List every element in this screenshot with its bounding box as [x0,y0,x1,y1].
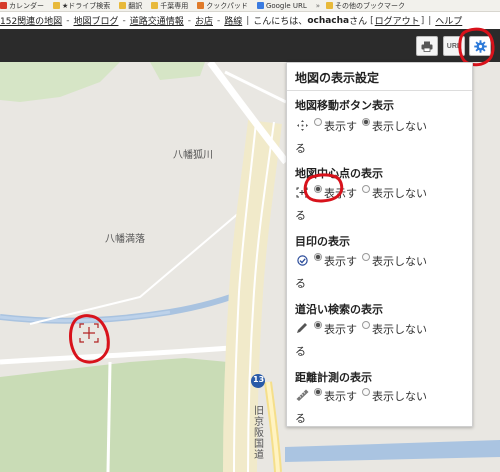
calendar-icon [0,2,7,9]
ruler-icon [295,387,309,408]
bookmark-overflow-chevron-icon[interactable]: » [316,2,320,10]
bookmark-item[interactable]: 翻訳 [119,1,142,11]
help-link[interactable]: ヘルプ [435,14,462,27]
folder-icon [151,2,159,9]
bookmark-label: クックパッド [206,1,248,10]
route-number-badge: 13 [253,375,265,384]
bracket-open: [ [370,15,374,26]
radio-roadside-search-hide[interactable] [362,321,370,329]
option-row-markers: 表示す 表示しないる [295,251,467,294]
nav-link-traffic-info[interactable]: 道路交通情報 [130,14,184,27]
option-label-show-wrap: る [295,208,306,222]
option-label-hide: 表示しない [372,120,427,133]
option-label-show-wrap: る [295,141,306,155]
cookpad-icon [197,2,205,9]
bookmark-bar: カレンダー ★ドライブ検索 翻訳 千葉専用 クックパッド Google URL » その他のブ… [0,0,500,12]
map-place-label: 八幡狐川 [173,150,213,161]
option-label-show-wrap: る [295,344,306,358]
nav-link-shops[interactable]: お店 [195,14,213,27]
move-arrows-icon [295,117,309,138]
radio-move-buttons-hide[interactable] [362,118,370,126]
option-label-show: 表示す [324,255,357,268]
option-label-show: 表示す [324,120,357,133]
map-place-label: 八幡満落 [105,234,145,245]
panel-title: 地図の表示設定 [295,71,380,85]
nav-separator: - [66,15,70,26]
nav-divider: | [246,15,250,26]
nav-link-map-blog[interactable]: 地図ブログ [73,14,118,27]
bookmark-label: その他のブックマーク [335,1,406,10]
radio-center-point-hide[interactable] [362,185,370,193]
option-label-show-wrap: る [295,276,306,290]
bookmark-label: ★ドライブ検索 [62,1,111,10]
option-label-hide: 表示しない [372,187,427,200]
bookmark-item[interactable]: 千葉専用 [151,1,188,11]
section-title-roadside-search: 道沿い検索の表示 [295,303,383,316]
radio-distance-hide[interactable] [362,388,370,396]
option-label-show-wrap: る [295,411,306,425]
check-circle-icon [295,252,309,273]
print-button[interactable] [416,36,438,56]
username: ochacha [307,15,350,26]
nav-separator: - [216,15,221,26]
radio-markers-show[interactable] [314,253,322,261]
folder-icon [326,2,334,9]
logout-link[interactable]: ログアウト [375,14,420,27]
bookmark-label: 翻訳 [128,1,143,10]
greeting-prefix: こんにちは、 [253,17,308,27]
option-row-move-buttons: 表示す 表示しないる [295,116,467,159]
top-navigation: 152関連の地図 - 地図ブログ - 道路交通情報 - お店 - 路線 | こん… [0,12,500,29]
bookmark-item[interactable]: その他のブックマーク [326,1,405,11]
annotation-circle-center-radio [303,173,344,203]
bookmark-label: 千葉専用 [160,1,189,10]
bookmark-item[interactable]: クックパッド [197,1,248,11]
panel-divider [287,90,472,91]
option-label-hide: 表示しない [372,255,427,268]
nav-separator: - [187,15,191,26]
bookmark-label: カレンダー [9,1,44,10]
radio-markers-hide[interactable] [362,253,370,261]
folder-icon [119,2,127,9]
section-title-move-buttons: 地図移動ボタン表示 [295,99,394,112]
bracket-close: ] [420,15,425,26]
option-label-hide: 表示しない [372,390,427,403]
pencil-icon [295,320,309,341]
option-row-roadside-search: 表示す 表示しないる [295,319,467,362]
option-row-distance: 表示す 表示しないる [295,386,467,429]
bookmark-item[interactable]: ★ドライブ検索 [53,1,110,11]
printer-icon [421,41,433,52]
option-label-hide: 表示しない [372,323,427,336]
nav-divider: | [428,15,432,26]
section-title-distance: 距離計測の表示 [295,371,372,384]
section-title-markers: 目印の表示 [295,235,350,248]
display-settings-panel: 地図の表示設定 地図移動ボタン表示 表示す 表示しないる 地図中心点の表示 表示す… [286,62,473,427]
radio-move-buttons-show[interactable] [314,118,322,126]
road-name-label: 旧京阪国道 [254,406,264,461]
greeting-suffix: さん [349,17,368,27]
option-label-show: 表示す [324,323,357,336]
bookmark-item[interactable]: カレンダー [0,1,44,11]
nav-link-routes[interactable]: 路線 [224,14,242,27]
bookmark-item[interactable]: Google URL [256,1,307,10]
folder-icon [53,2,60,9]
radio-roadside-search-show[interactable] [314,321,322,329]
radio-distance-show[interactable] [314,388,322,396]
nav-separator: - [122,15,126,26]
option-label-show: 表示す [324,390,357,403]
google-icon [256,2,264,9]
bookmark-label: Google URL [265,1,307,10]
nav-link-nearby-map[interactable]: 152関連の地図 [0,14,62,27]
